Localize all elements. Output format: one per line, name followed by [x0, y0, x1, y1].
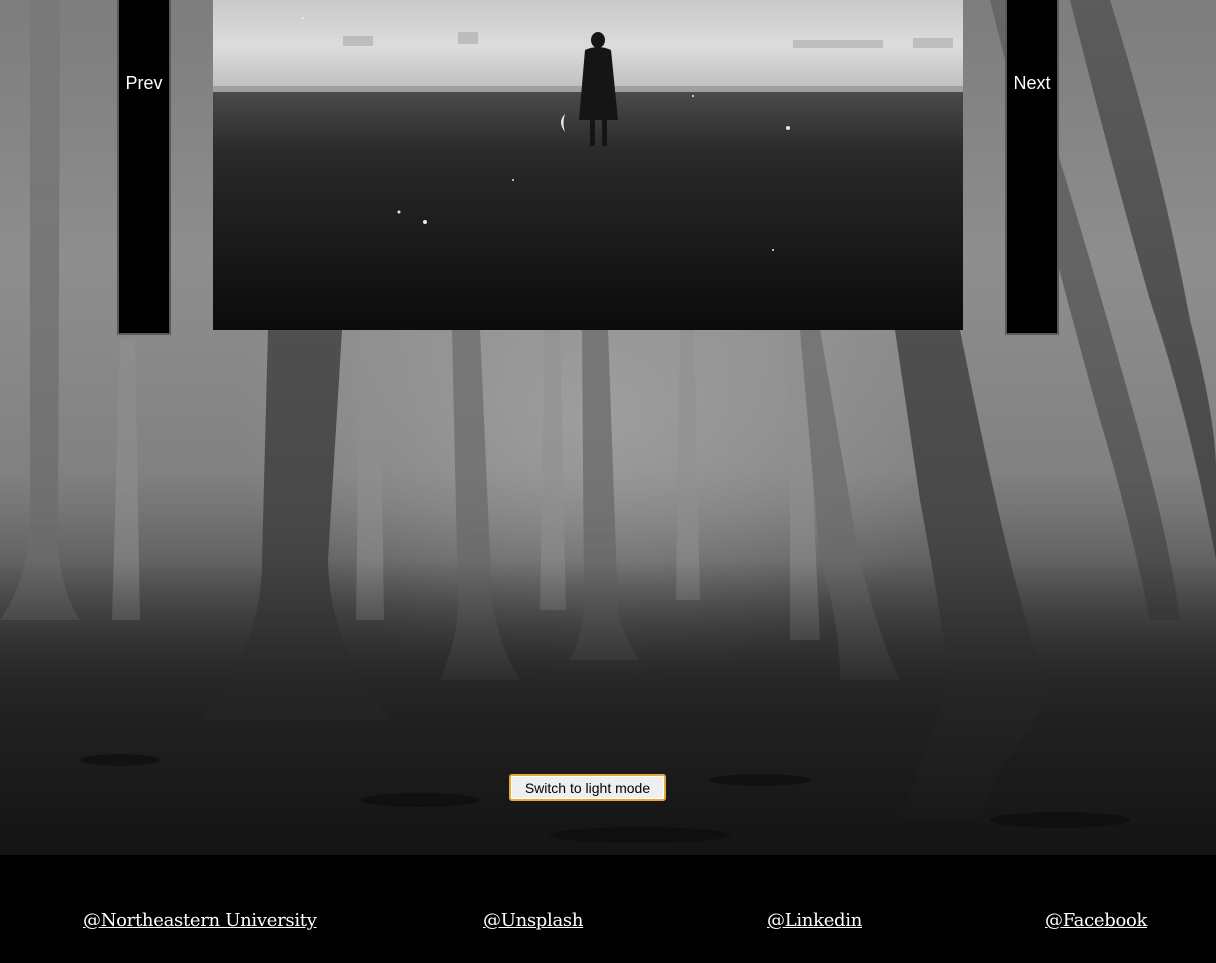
- footer: @Northeastern University @Unsplash @Link…: [0, 855, 1216, 963]
- next-button-label: Next: [1013, 73, 1051, 93]
- footer-link-facebook[interactable]: @Facebook: [1045, 910, 1147, 931]
- prev-button[interactable]: Prev: [117, 0, 171, 335]
- slider-image: [213, 0, 963, 330]
- switch-theme-button[interactable]: Switch to light mode: [509, 774, 666, 801]
- prev-button-label: Prev: [125, 73, 163, 93]
- footer-link-unsplash[interactable]: @Unsplash: [483, 910, 583, 931]
- footer-link-northeastern[interactable]: @Northeastern University: [83, 910, 317, 931]
- foggy-field-photo: [213, 0, 963, 330]
- next-button[interactable]: Next: [1005, 0, 1059, 335]
- footer-link-linkedin[interactable]: @Linkedin: [767, 910, 862, 931]
